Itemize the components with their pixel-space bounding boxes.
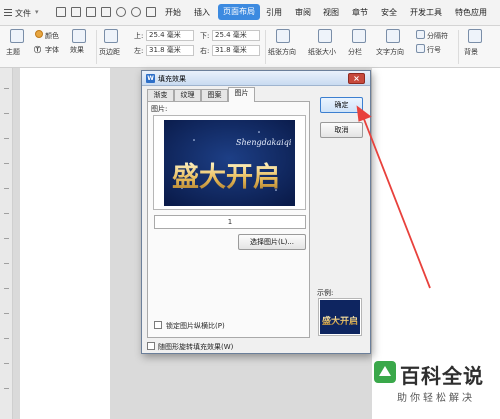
background-label[interactable]: 背景 [464, 47, 478, 57]
text-direction-label[interactable]: 文字方向 [376, 47, 404, 57]
margins-icon[interactable] [104, 29, 118, 43]
paper-size-label[interactable]: 纸张大小 [308, 47, 336, 57]
lock-ratio-checkbox[interactable] [154, 321, 162, 329]
tab-developer[interactable]: 开发工具 [410, 7, 442, 18]
picture-label: 图片: [151, 105, 168, 113]
app-icon: W [146, 74, 155, 83]
watermark-brand: 百科全说 [400, 364, 484, 388]
more-icon[interactable] [146, 7, 156, 17]
art-english-text: Shengdakaiqi [236, 138, 292, 147]
tab-insert[interactable]: 插入 [194, 7, 210, 18]
menu-bar: 文件 ▾ 开始 插入 页面布局 引用 审阅 视图 章节 安全 开发工具 特色应用 [0, 0, 500, 26]
close-icon[interactable]: × [348, 73, 365, 84]
separator-label[interactable]: 分隔符 [427, 31, 448, 41]
theme-label[interactable]: 主题 [6, 47, 20, 57]
undo-icon[interactable] [116, 7, 126, 17]
bottom-margin-field[interactable]: 25.4 毫米 [212, 30, 260, 41]
print-icon[interactable] [86, 7, 96, 17]
tab-featured[interactable]: 特色应用 [455, 7, 487, 18]
export-icon[interactable] [71, 7, 81, 17]
right-margin-label: 右: [200, 47, 210, 55]
annotation-arrow [356, 105, 431, 289]
line-number-icon[interactable] [416, 44, 425, 53]
watermark-tagline: 助你轻松解决 [397, 393, 475, 404]
color-icon[interactable] [35, 30, 43, 38]
select-picture-button[interactable]: 选择图片(L)... [238, 234, 306, 250]
save-icon[interactable] [56, 7, 66, 17]
vertical-ruler [0, 68, 13, 419]
top-margin-label: 上: [134, 32, 144, 40]
tab-view[interactable]: 视图 [323, 7, 339, 18]
columns-icon[interactable] [352, 29, 366, 43]
sample-preview: 盛大开启 [318, 298, 362, 336]
picture-tab-panel: 图片: Shengdakaiqi 盛大开启 1 选择图片(L)... 锁定图片纵… [147, 101, 310, 338]
document-page-left[interactable] [20, 68, 110, 419]
line-number-label[interactable]: 行号 [427, 45, 441, 55]
text-direction-icon[interactable] [386, 29, 400, 43]
columns-label[interactable]: 分栏 [348, 47, 362, 57]
tab-chapter[interactable]: 章节 [352, 7, 368, 18]
picture-preview: Shengdakaiqi 盛大开启 [153, 115, 306, 210]
chevron-down-icon[interactable]: ▾ [35, 8, 39, 16]
orientation-label[interactable]: 纸张方向 [268, 47, 296, 57]
sample-image: 盛大开启 [320, 300, 360, 334]
color-label[interactable]: 颜色 [45, 31, 59, 41]
tab-security[interactable]: 安全 [381, 7, 397, 18]
rotate-with-shape-checkbox[interactable] [147, 342, 155, 350]
font-label[interactable]: 字体 [45, 45, 59, 55]
rotate-with-shape-label: 随图形旋转填充效果(W) [158, 343, 234, 351]
top-margin-field[interactable]: 25.4 毫米 [146, 30, 194, 41]
sample-art-text: 盛大开启 [322, 315, 358, 327]
effect-label[interactable]: 效果 [70, 45, 84, 55]
watermark-logo-icon [374, 361, 396, 383]
ribbon: 主题 颜色 Ⓣ 字体 效果 页边距 上: 25.4 毫米 下: 25.4 毫米 … [0, 26, 500, 68]
picture-image: Shengdakaiqi 盛大开启 [164, 120, 295, 206]
tab-gradient[interactable]: 渐变 [147, 89, 174, 101]
left-margin-field[interactable]: 31.8 毫米 [146, 45, 194, 56]
tab-references[interactable]: 引用 [266, 7, 282, 18]
art-chinese-text: 盛大开启 [172, 162, 280, 193]
tab-texture[interactable]: 纹理 [174, 89, 201, 101]
tab-page-layout[interactable]: 页面布局 [218, 4, 260, 20]
tab-home[interactable]: 开始 [165, 7, 181, 18]
theme-icon[interactable] [10, 29, 24, 43]
effect-icon[interactable] [72, 29, 86, 43]
font-icon[interactable]: Ⓣ [34, 45, 41, 55]
fill-effects-dialog: W 填充效果 × 渐变 纹理 图案 图片 图片: Shengdakaiqi 盛大… [141, 70, 371, 354]
tab-review[interactable]: 审阅 [295, 7, 311, 18]
picture-count-field: 1 [154, 215, 306, 229]
lock-ratio-label: 锁定图片纵横比(P) [166, 322, 225, 330]
tab-pattern[interactable]: 图案 [201, 89, 228, 101]
tab-picture[interactable]: 图片 [228, 87, 255, 102]
margins-label[interactable]: 页边距 [99, 47, 120, 57]
dialog-title: 填充效果 [158, 75, 186, 83]
file-menu[interactable]: 文件 [15, 8, 31, 19]
orientation-icon[interactable] [276, 29, 290, 43]
redo-icon[interactable] [131, 7, 141, 17]
bottom-margin-label: 下: [200, 32, 210, 40]
dialog-titlebar[interactable]: W 填充效果 × [142, 71, 370, 86]
sample-label: 示例: [317, 289, 334, 297]
preview-icon[interactable] [101, 7, 111, 17]
separator-icon[interactable] [416, 30, 425, 39]
left-margin-label: 左: [134, 47, 144, 55]
background-icon[interactable] [468, 29, 482, 43]
paper-size-icon[interactable] [318, 29, 332, 43]
right-margin-field[interactable]: 31.8 毫米 [212, 45, 260, 56]
menu-icon[interactable] [4, 9, 12, 17]
